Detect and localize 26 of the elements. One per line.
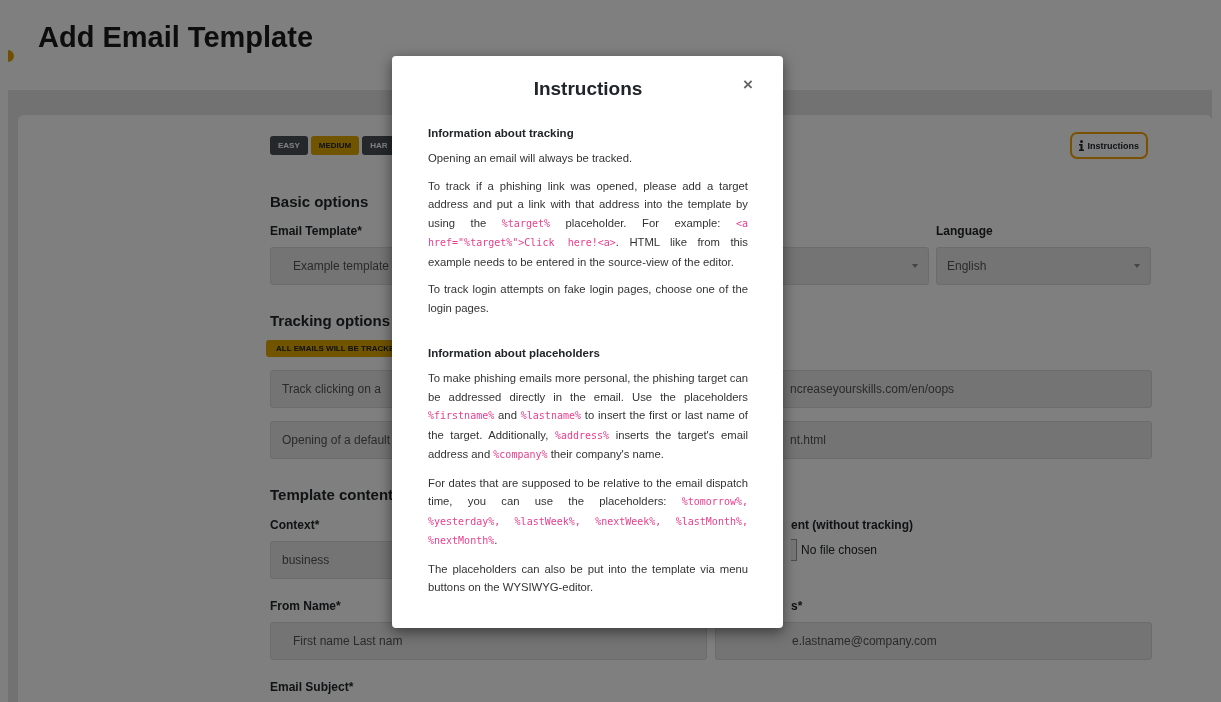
section-heading: Template content xyxy=(270,487,394,502)
field-label: From Name* xyxy=(270,599,341,613)
section-heading: Basic options xyxy=(270,194,369,209)
paragraph: To track login attempts on fake login pages, choose one of the login pages. xyxy=(428,282,748,316)
field-label: s* xyxy=(791,599,803,613)
paragraph: For dates that are supposed to be relative to the email dispatch time, you can use the placeholders: %tomorrow%, %yesterday%, %lastWeek%, %nextWeek%, %lastMonth%, %nextMonth%. xyxy=(428,475,748,548)
page-title: Add Email Template xyxy=(38,20,314,52)
field-text: Track clicking on a xyxy=(282,382,381,396)
paragraph: The placeholders can also be put into the template via menu buttons on the WYSIWYG-editor. xyxy=(428,561,748,595)
section-heading: Information about placeholders xyxy=(428,347,601,359)
paragraph: To make phishing emails more personal, the phishing target can be addressed directly in the email. Use the placeholders %firstname% and %lastname% to insert the first or last name of the target. Additionally, %address% inserts the target's email address and %company% their company's name. xyxy=(428,371,748,462)
field-text: nt.html xyxy=(790,433,826,447)
section-heading: Information about tracking xyxy=(428,127,575,139)
field-label: Language xyxy=(936,224,993,238)
dialog-title: Instructions xyxy=(532,78,644,100)
field-label: Email Subject* xyxy=(270,680,354,694)
paragraph: Opening an email will always be tracked. xyxy=(428,151,634,166)
paragraph: To track if a phishing link was opened, please add a target address and put a link with that address into the template by using the %target% placeholder. For example: <a href="%target%">Click here!<a>. HTML like from this example needs to be entered in the source-view of the editor. xyxy=(428,178,748,270)
dropdown-value: English xyxy=(947,259,987,273)
file-status: No file chosen xyxy=(801,543,878,557)
field-text: Opening of a default xyxy=(282,433,391,447)
field-label: Context* xyxy=(270,518,320,532)
field-label: ent (without tracking) xyxy=(791,518,913,532)
section-heading: Tracking options xyxy=(270,313,390,328)
field-label: Email Template* xyxy=(270,224,362,238)
field-text: ncreaseyourskills.com/en/oops xyxy=(790,382,955,396)
